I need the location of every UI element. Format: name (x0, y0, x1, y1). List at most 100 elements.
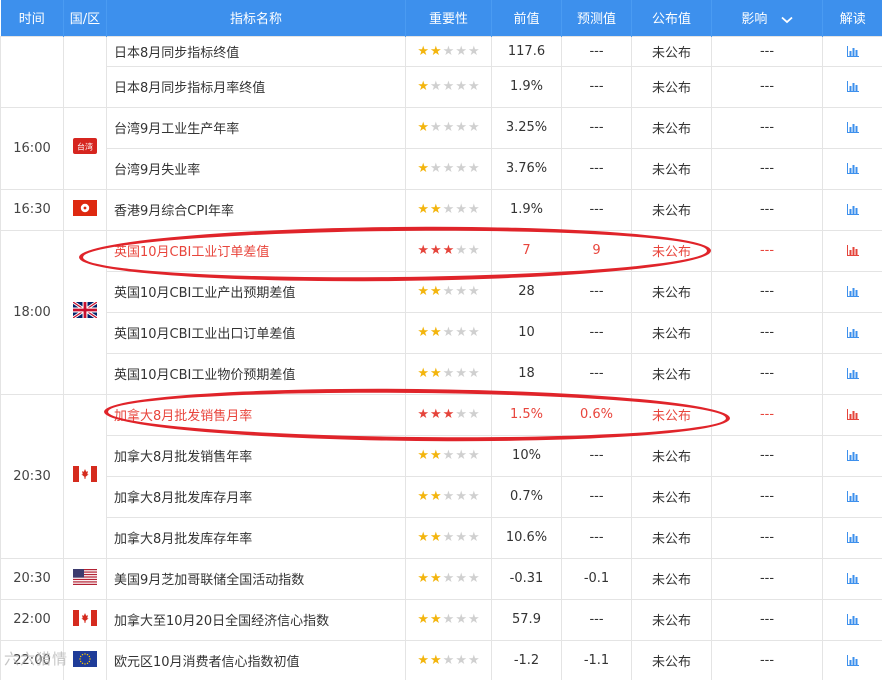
flag-us-icon (73, 568, 97, 589)
indicator-name[interactable]: 香港9月综合CPI年率 (106, 188, 406, 231)
indicator-name[interactable]: 加拿大8月批发库存年率 (106, 516, 406, 559)
analysis-cell (822, 65, 882, 108)
table-row[interactable]: 日本8月同步指标终值 ★ ★ ★ ★ ★ 117.6 --- 未公布 --- (0, 35, 882, 108)
indicator-name[interactable]: 台湾9月失业率 (106, 147, 406, 190)
star-icon: ★ (467, 161, 480, 176)
header-analysis: 解读 (822, 0, 882, 36)
analysis-cell (822, 311, 882, 354)
star-icon: ★ (467, 43, 480, 59)
table-row[interactable]: 英国10月CBI工业产出预期差值 ★ ★ ★ ★ ★ 28 --- 未公布 --- (1, 270, 882, 313)
table-row[interactable]: 18:00 英国10月CBI工业订单差值 ★ ★ ★ ★ ★ 7 9 未公布 --- (0, 229, 882, 395)
table-row[interactable]: 16:30 香港9月综合CPI年率 ★ ★ ★ ★ ★ 1.9% --- 未公布 --- (0, 188, 882, 231)
bar-chart-icon[interactable] (846, 122, 859, 133)
table-row[interactable]: 20:30 美国9月芝加哥联储全国活动指数 ★ ★ ★ ★ ★ -0.31 -0.1 未公布 --- (0, 557, 882, 600)
indicator-name[interactable]: 英国10月CBI工业订单差值 (106, 229, 406, 272)
bar-chart-icon[interactable] (846, 286, 859, 297)
indicator-name[interactable]: 英国10月CBI工业物价预期差值 (106, 352, 406, 395)
bar-chart-icon[interactable] (846, 327, 859, 338)
table-row[interactable]: 英国10月CBI工业出口订单差值 ★ ★ ★ ★ ★ 10 --- 未公布 --- (1, 311, 882, 354)
star-icon: ★ (417, 43, 430, 59)
header-forecast: 预测值 (561, 0, 632, 36)
table-row[interactable]: 加拿大8月批发库存年率 ★ ★ ★ ★ ★ 10.6% --- 未公布 --- (1, 516, 882, 559)
previous-value: 10 (491, 311, 562, 354)
star-icon: ★ (430, 284, 442, 299)
country-cell (63, 229, 107, 395)
impact-value: --- (711, 393, 823, 436)
star-icon: ★ (417, 161, 430, 176)
star-icon: ★ (467, 120, 480, 135)
bar-chart-icon[interactable] (846, 163, 859, 174)
header-importance: 重要性 (405, 0, 492, 36)
analysis-cell (822, 557, 882, 600)
indicator-name[interactable]: 日本8月同步指标月率终值 (106, 65, 406, 108)
previous-value: 18 (491, 352, 562, 395)
importance-stars: ★ ★ ★ ★ ★ (405, 106, 492, 149)
forecast-value: --- (561, 475, 632, 518)
impact-value: --- (711, 106, 823, 149)
bar-chart-icon[interactable] (846, 245, 859, 256)
indicator-name[interactable]: 日本8月同步指标终值 (106, 35, 406, 67)
analysis-cell (822, 147, 882, 190)
table-row[interactable]: 英国10月CBI工业物价预期差值 ★ ★ ★ ★ ★ 18 --- 未公布 --- (1, 352, 882, 395)
bar-chart-icon[interactable] (846, 81, 859, 92)
indicator-name[interactable]: 加拿大8月批发销售年率 (106, 434, 406, 477)
table-row[interactable]: 22:00 加拿大至10月20日全国经济信心指数 ★ ★ ★ ★ ★ 57.9 --- 未公布 --… (0, 598, 882, 641)
star-icon: ★ (430, 120, 442, 135)
bar-chart-icon[interactable] (846, 204, 859, 215)
country-cell (63, 598, 107, 641)
star-icon: ★ (442, 530, 455, 545)
star-icon: ★ (442, 79, 455, 94)
indicator-name[interactable]: 台湾9月工业生产年率 (106, 106, 406, 149)
table-row[interactable]: 16:00 台湾 台湾9月工业生产年率 ★ ★ ★ ★ ★ 3.25% --- 未公布 --- (0, 106, 882, 190)
table-row[interactable]: 台湾9月失业率 ★ ★ ★ ★ ★ 3.76% --- 未公布 --- (1, 147, 882, 190)
star-icon: ★ (442, 325, 455, 340)
time-cell: 18:00 (0, 229, 64, 395)
star-icon: ★ (417, 120, 430, 135)
indicator-name[interactable]: 英国10月CBI工业产出预期差值 (106, 270, 406, 313)
table-row[interactable]: 加拿大8月批发销售年率 ★ ★ ★ ★ ★ 10% --- 未公布 --- (1, 434, 882, 477)
indicator-name[interactable]: 加拿大8月批发销售月率 (106, 393, 406, 436)
bar-chart-icon[interactable] (846, 655, 859, 666)
forecast-value: -1.1 (561, 639, 632, 680)
indicator-name[interactable]: 欧元区10月消费者信心指数初值 (106, 639, 406, 680)
actual-value: 未公布 (631, 516, 712, 559)
star-icon: ★ (442, 202, 455, 217)
bar-chart-icon[interactable] (846, 573, 859, 584)
previous-value: 3.76% (491, 147, 562, 190)
impact-value: --- (711, 352, 823, 395)
importance-stars: ★ ★ ★ ★ ★ (405, 65, 492, 108)
impact-value: --- (711, 311, 823, 354)
header-indicator: 指标名称 (106, 0, 406, 36)
star-icon: ★ (430, 243, 442, 258)
indicator-name[interactable]: 加拿大至10月20日全国经济信心指数 (106, 598, 406, 641)
header-impact-dropdown[interactable]: 影响 (711, 0, 823, 36)
star-icon: ★ (467, 612, 480, 627)
bar-chart-icon[interactable] (846, 368, 859, 379)
star-icon: ★ (442, 489, 455, 504)
bar-chart-icon[interactable] (846, 532, 859, 543)
table-row[interactable]: 20:30 加拿大8月批发销售月率 ★ ★ ★ ★ ★ 1.5% 0.6% 未公布 --- (0, 393, 882, 559)
indicator-name[interactable]: 英国10月CBI工业出口订单差值 (106, 311, 406, 354)
star-icon: ★ (467, 366, 480, 381)
table-row[interactable]: 日本8月同步指标月率终值 ★ ★ ★ ★ ★ 1.9% --- 未公布 --- (1, 65, 882, 108)
star-icon: ★ (467, 489, 480, 504)
bar-chart-icon[interactable] (846, 614, 859, 625)
star-icon: ★ (467, 202, 480, 217)
bar-chart-icon[interactable] (846, 409, 859, 420)
impact-value: --- (711, 598, 823, 641)
bar-chart-icon[interactable] (846, 45, 859, 57)
importance-stars: ★ ★ ★ ★ ★ (405, 35, 492, 67)
economic-calendar-table: 时间 国/区 指标名称 重要性 前值 预测值 公布值 影响 解读 日本8月同步指… (0, 0, 882, 680)
impact-value: --- (711, 229, 823, 272)
indicator-name[interactable]: 美国9月芝加哥联储全国活动指数 (106, 557, 406, 600)
table-row[interactable]: 加拿大8月批发库存月率 ★ ★ ★ ★ ★ 0.7% --- 未公布 --- (1, 475, 882, 518)
importance-stars: ★ ★ ★ ★ ★ (405, 352, 492, 395)
star-icon: ★ (442, 284, 455, 299)
forecast-value: -0.1 (561, 557, 632, 600)
forecast-value: --- (561, 106, 632, 149)
bar-chart-icon[interactable] (846, 491, 859, 502)
indicator-name[interactable]: 加拿大8月批发库存月率 (106, 475, 406, 518)
bar-chart-icon[interactable] (846, 450, 859, 461)
star-icon: ★ (430, 653, 442, 668)
table-row[interactable]: 22:00 欧元区10月消费者信心指数初值 ★ ★ ★ ★ ★ -1.2 -1.1 未公布 --- (0, 639, 882, 680)
